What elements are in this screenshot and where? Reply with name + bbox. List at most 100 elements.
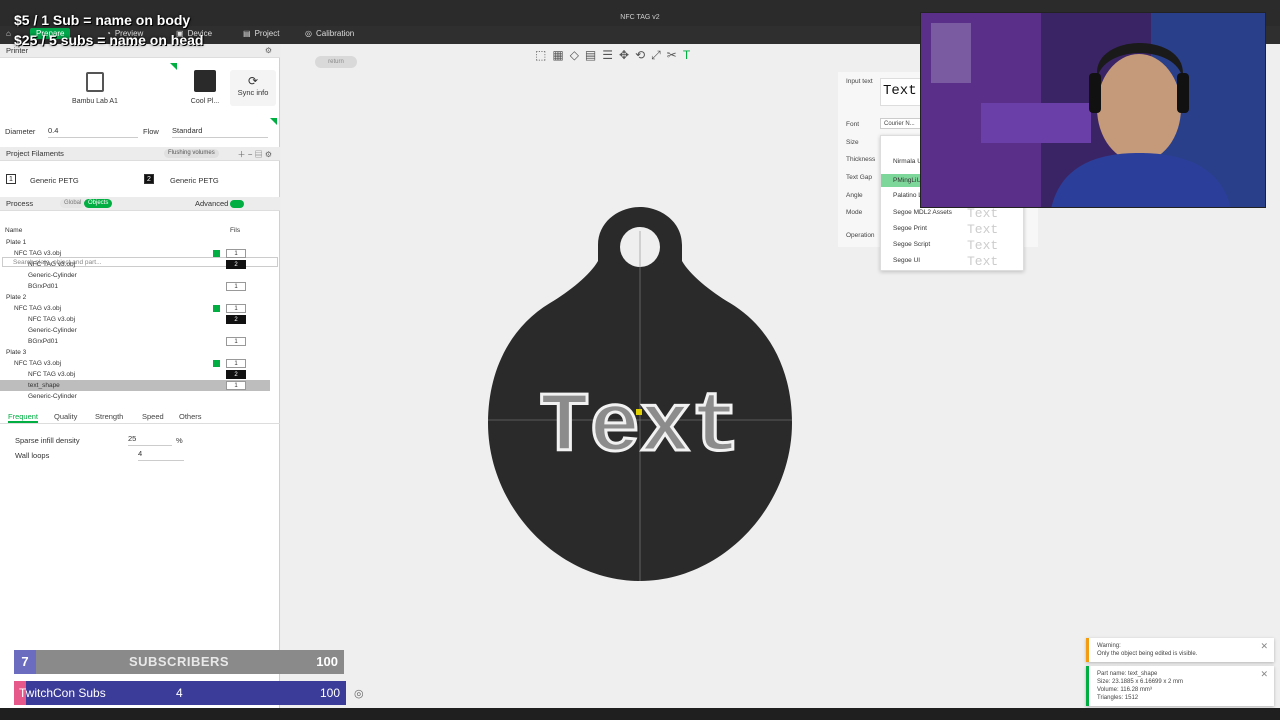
font-option[interactable]: Segoe MDL2 Assets [893,209,952,216]
sync-info-button[interactable]: ⟳ Sync info [230,70,276,106]
filament-1-name[interactable]: Generic PETG [30,176,79,185]
sync-icon: ⟳ [247,74,259,88]
close-icon[interactable]: ✕ [1260,670,1268,679]
part-info-notice: Part name: text_shape Size: 23.1885 x 6.… [1086,666,1274,706]
model-text[interactable]: Text [538,380,743,478]
global-toggle[interactable]: Global [60,199,86,208]
filament-slot-2[interactable]: 2 [144,174,154,184]
move-icon[interactable]: ✥ [619,48,629,66]
return-button[interactable]: return [315,56,357,68]
filament-slot-1[interactable]: 1 [6,174,16,184]
tree-row[interactable]: NFC TAG v3.obj 2 [0,259,270,270]
tree-row[interactable]: Plate 2 [0,292,270,303]
cut-icon[interactable]: ✂ [667,48,677,66]
webcam-overlay [920,12,1266,208]
tree-row[interactable]: Generic-Cylinder [0,391,270,402]
printer-name: Bambu Lab A1 [72,98,118,105]
infill-unit: % [176,436,183,445]
model-view[interactable]: Text [470,195,810,595]
webcam-image [921,13,1265,207]
mode-label: Mode [846,209,863,216]
twitchcon-label: TwitchCon Subs [19,686,106,700]
printer-card[interactable]: Bambu Lab A1 [60,72,130,105]
tree-row[interactable]: NFC TAG v3.obj 2 [0,314,270,325]
tree-row[interactable]: Plate 3 [0,347,270,358]
visible-check-icon[interactable] [213,360,220,367]
tree-row[interactable]: Generic-Cylinder [0,325,270,336]
walls-input[interactable]: 4 [138,449,184,461]
input-text-label: Input text [846,78,873,85]
text-tool-icon[interactable]: T [683,48,690,66]
edit-marker-icon [270,118,277,125]
project-filaments-header: Project Filaments Flushing volumes ＋ − ▤… [0,147,280,161]
tab-quality[interactable]: Quality [54,412,77,421]
add-object-icon[interactable]: ⬚ [535,48,546,66]
flow-select[interactable]: Standard [172,126,268,138]
tree-row[interactable]: NFC TAG v3.obj 1 [0,248,270,259]
tab-speed[interactable]: Speed [142,412,164,421]
tree-row[interactable]: NFC TAG v3.obj 2 [0,369,270,380]
tree-row[interactable]: NFC TAG v3.obj 1 [0,303,270,314]
font-preview: Text [967,254,999,269]
objects-toggle[interactable]: Objects [84,199,113,208]
text-gap-label: Text Gap [846,174,873,181]
infill-input[interactable]: 25 [128,434,172,446]
infill-label: Sparse infill density [15,436,80,445]
warning-notice: Warning: Only the object being edited is… [1086,638,1274,662]
tree-row[interactable]: NFC TAG v3.obj 1 [0,358,270,369]
grid-icon[interactable]: ▦ [552,48,563,66]
rotate-icon[interactable]: ⟲ [635,48,645,66]
visible-check-icon[interactable] [213,305,220,312]
edit-marker-icon [170,63,177,70]
subscribers-bar: 7 SUBSCRIBERS 100 [14,650,344,674]
tree-row[interactable]: BGrxPd01 1 [0,281,270,292]
tab-project[interactable]: ▤ Project [243,29,279,38]
tab-others[interactable]: Others [179,412,202,421]
left-panel: Printer ⚙ Bambu Lab A1 Cool Pl... ⟳ Sync… [0,44,280,708]
font-preview: Text [967,222,999,237]
calibration-icon: ◎ [305,29,312,38]
thickness-label: Thickness [846,156,876,163]
flushing-volumes-button[interactable]: Flushing volumes [164,149,219,158]
tree-row-selected[interactable]: text_shape 1 [0,380,270,391]
scale-icon[interactable]: ⤢ [651,48,661,66]
advanced-label: Advanced [195,199,229,208]
font-option[interactable]: Segoe Print [893,225,927,232]
diameter-select[interactable]: 0.4 [48,126,138,138]
font-label: Font [846,121,860,128]
viewport-toolbar: ⬚ ▦ ◇ ▤ ☰ ✥ ⟲ ⤢ ✂ T [535,48,690,66]
angle-label: Angle [846,192,863,199]
font-option[interactable]: Segoe Script [893,241,930,248]
layers-icon[interactable]: ☰ [602,48,613,66]
filament-actions-icon[interactable]: ＋ − ▤ ⚙ [237,149,272,160]
font-option[interactable]: Segoe UI [893,257,920,264]
close-icon[interactable]: ✕ [1260,642,1268,651]
sub-label: SUBSCRIBERS [128,654,230,669]
tree-col-name: Name [5,227,23,234]
tree-row[interactable]: BGrxPd01 1 [0,336,270,347]
tree-row[interactable]: Generic-Cylinder [0,270,270,281]
tab-calibration[interactable]: ◎ Calibration [305,29,354,38]
bottom-bar [0,708,1280,720]
filament-card[interactable]: Cool Pl... [180,70,230,105]
arrange-icon[interactable]: ▤ [585,48,596,66]
donation-caption-1: $5 / 1 Sub = name on body [14,12,191,28]
settings-gear-icon[interactable]: ⚙ [265,46,272,55]
advanced-toggle[interactable] [230,200,244,208]
home-icon[interactable]: ⌂ [6,29,11,38]
filament-2-name[interactable]: Generic PETG [170,176,219,185]
size-label: Size [846,139,859,146]
visible-check-icon[interactable] [213,250,220,257]
font-preview: Text [967,206,999,221]
operation-label: Operation [846,232,875,239]
settings-tabs: Frequent Quality Strength Speed Others [0,410,280,424]
camera-view-icon[interactable]: ◎ [354,687,364,700]
printer-icon [86,72,104,92]
twitchcon-count: 4 [176,686,183,700]
tree-row[interactable]: Plate 1 [0,237,270,248]
tab-frequent[interactable]: Frequent [8,412,39,423]
orient-icon[interactable]: ◇ [570,48,579,66]
project-icon: ▤ [243,29,251,38]
filament-name: Cool Pl... [190,98,220,105]
tab-strength[interactable]: Strength [95,412,123,421]
